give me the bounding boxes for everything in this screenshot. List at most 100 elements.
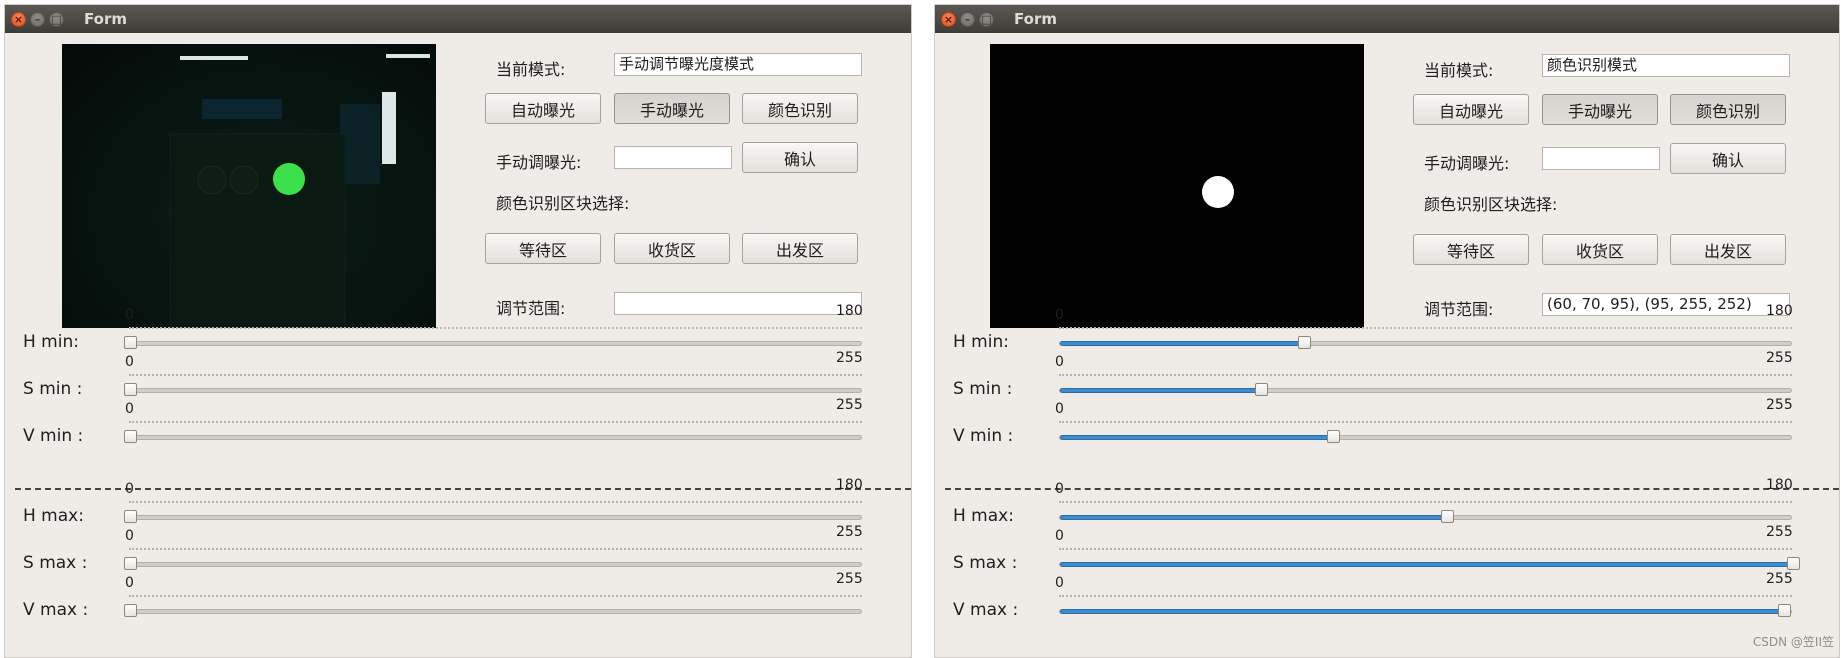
s-max-tick-marks [1059,548,1792,553]
waiting-area-button[interactable]: 等待区 [1413,234,1529,265]
v-max-label: V max : [23,600,89,620]
s-min-min-value: 0 [1055,354,1064,370]
mode-field[interactable]: 颜色识别模式 [1542,54,1790,77]
s-min-slider-handle[interactable] [1255,383,1269,396]
minimize-icon[interactable]: – [960,11,975,27]
v-max-min-value: 0 [1055,575,1064,591]
h-max-slider-handle[interactable] [1440,510,1454,523]
waiting-area-button[interactable]: 等待区 [485,233,601,264]
v-max-tick-marks [129,595,862,600]
h-max-slider-handle[interactable] [124,510,137,523]
manual-exposure-input[interactable] [1542,147,1660,170]
mode-label: 当前模式: [1424,61,1494,80]
form-window-left: × – □ Form 当前模式: 手动调节曝光度模式 自动曝光 手动曝光 颜色识… [4,4,912,658]
v-min-max-value: 255 [836,397,863,413]
h-min-slider[interactable] [1059,336,1792,349]
h-max-max-value: 180 [1766,477,1793,493]
s-max-max-value: 255 [1766,524,1793,540]
v-max-slider[interactable] [1059,604,1792,617]
region-select-label: 颜色识别区块选择: [1424,195,1558,214]
v-max-label: V max : [953,600,1019,620]
close-icon[interactable]: × [941,11,956,27]
h-min-slider-handle[interactable] [124,336,137,349]
v-max-max-value: 255 [836,571,863,587]
window-title: Form [1014,10,1057,28]
v-max-tick-marks [1059,595,1792,600]
close-icon[interactable]: × [11,11,26,27]
manual-exposure-button[interactable]: 手动曝光 [1542,94,1658,125]
region-select-label: 颜色识别区块选择: [496,194,630,213]
h-min-max-value: 180 [1766,303,1793,319]
s-max-slider-handle[interactable] [1787,557,1800,570]
h-max-tick-marks [129,501,862,506]
mode-label: 当前模式: [496,60,566,79]
h-min-slider-handle[interactable] [1298,336,1312,349]
h-min-max-value: 180 [836,303,863,319]
manual-exposure-button[interactable]: 手动曝光 [614,93,730,124]
manual-exposure-input[interactable] [614,146,732,169]
s-min-slider[interactable] [124,383,862,396]
v-min-slider-handle[interactable] [124,430,137,443]
title-bar[interactable]: × – □ Form [935,5,1839,33]
s-max-slider[interactable] [1059,557,1800,570]
s-min-tick-marks [129,374,862,379]
camera-image [169,54,430,328]
receiving-area-button[interactable]: 收货区 [1542,234,1658,265]
h-max-label: H max: [23,506,84,526]
s-max-slider-handle[interactable] [124,557,137,570]
range-field[interactable] [614,292,862,315]
minimize-icon[interactable]: – [30,11,45,27]
h-max-slider[interactable] [1059,510,1792,523]
s-max-tick-marks [129,548,862,553]
v-min-min-value: 0 [1055,401,1064,417]
v-max-slider-handle[interactable] [124,604,137,617]
h-min-slider[interactable] [124,336,862,349]
color-detect-button[interactable]: 颜色识别 [1670,94,1786,125]
v-max-slider-handle[interactable] [1778,604,1792,617]
s-min-max-value: 255 [1766,350,1793,366]
v-max-max-value: 255 [1766,571,1793,587]
v-max-min-value: 0 [125,575,134,591]
confirm-button[interactable]: 确认 [1670,143,1786,174]
confirm-button[interactable]: 确认 [742,142,858,173]
h-max-min-value: 0 [1055,481,1064,497]
maximize-icon[interactable]: □ [49,11,64,27]
s-min-slider[interactable] [1059,383,1792,396]
departure-area-button[interactable]: 出发区 [742,233,858,264]
white-blob [1202,176,1234,208]
manual-exposure-label: 手动调曝光: [1424,154,1510,173]
v-max-slider[interactable] [124,604,862,617]
s-max-slider[interactable] [124,557,862,570]
v-max-slider-fill [1060,609,1785,614]
auto-exposure-button[interactable]: 自动曝光 [485,93,601,124]
h-max-slider-fill [1060,515,1447,520]
camera-view [62,44,436,328]
v-min-slider[interactable] [124,430,862,443]
title-bar[interactable]: × – □ Form [5,5,911,33]
s-min-slider-fill [1060,388,1262,393]
mask-view [990,44,1364,328]
v-min-tick-marks [129,421,862,426]
h-min-min-value: 0 [125,307,134,323]
v-min-max-value: 255 [1766,397,1793,413]
separator [945,488,1839,490]
range-field[interactable]: (60, 70, 95), (95, 255, 252) [1542,293,1790,316]
s-min-tick-marks [1059,374,1792,379]
v-min-slider[interactable] [1059,430,1792,443]
v-min-slider-handle[interactable] [1327,430,1341,443]
mode-field[interactable]: 手动调节曝光度模式 [614,53,862,76]
s-max-max-value: 255 [836,524,863,540]
color-detect-button[interactable]: 颜色识别 [742,93,858,124]
auto-exposure-button[interactable]: 自动曝光 [1413,94,1529,125]
receiving-area-button[interactable]: 收货区 [614,233,730,264]
h-max-slider[interactable] [124,510,862,523]
s-max-min-value: 0 [125,528,134,544]
departure-area-button[interactable]: 出发区 [1670,234,1786,265]
s-min-slider-handle[interactable] [124,383,137,396]
green-ball [273,163,305,195]
maximize-icon[interactable]: □ [979,11,994,27]
h-max-min-value: 0 [125,481,134,497]
v-min-min-value: 0 [125,401,134,417]
s-min-max-value: 255 [836,350,863,366]
s-min-min-value: 0 [125,354,134,370]
